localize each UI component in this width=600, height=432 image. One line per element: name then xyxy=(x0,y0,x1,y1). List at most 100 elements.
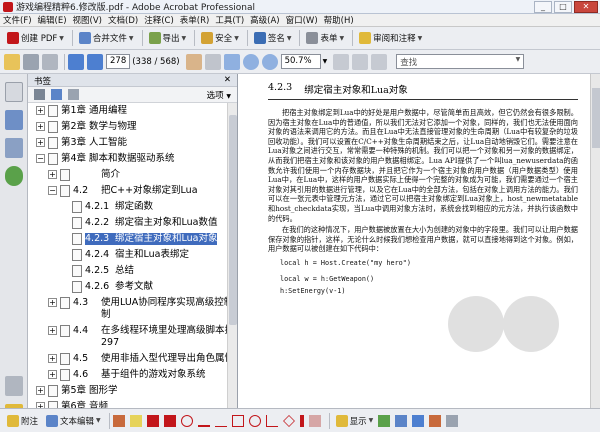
bookmark-item[interactable]: +4.3 使用LUA协同程序实现高级控制机制 xyxy=(28,295,228,323)
expand-icon[interactable]: + xyxy=(36,106,45,115)
zoom-out-icon[interactable] xyxy=(242,53,259,70)
bookmark-item[interactable]: + 第6章 音频 xyxy=(28,399,228,408)
menu-edit[interactable]: 编辑(E) xyxy=(35,14,70,26)
polygon-icon[interactable] xyxy=(282,414,295,427)
attachments-icon[interactable] xyxy=(4,376,23,396)
bookmark-item[interactable]: 4.2.6 参考文献 xyxy=(28,279,228,295)
scrollbar-thumb[interactable] xyxy=(592,88,600,148)
signatures-icon[interactable] xyxy=(4,138,23,158)
export-button[interactable]: 导出 ▼ xyxy=(146,29,190,47)
settings-icon[interactable] xyxy=(446,414,459,427)
bookmarks-icon[interactable] xyxy=(4,110,23,130)
text-box-icon[interactable] xyxy=(163,414,176,427)
line-icon[interactable] xyxy=(214,415,227,427)
expand-icon[interactable]: + xyxy=(48,354,57,363)
menu-forms[interactable]: 表单(R) xyxy=(177,14,213,26)
bookmark-item[interactable]: 4.2.5 总结 xyxy=(28,263,228,279)
menu-comments[interactable]: 注释(C) xyxy=(141,14,177,26)
bookmark-item[interactable]: + 第2章 数学与物理 xyxy=(28,119,228,135)
ellipse-icon[interactable] xyxy=(248,414,261,427)
open-icon[interactable] xyxy=(4,53,20,70)
menu-advanced[interactable]: 高级(A) xyxy=(247,14,282,26)
collapse-icon[interactable]: − xyxy=(48,186,57,195)
cloud-icon[interactable] xyxy=(180,414,193,427)
zoom-in-icon[interactable] xyxy=(261,53,278,70)
text-edit-button[interactable]: 文本编辑 ▼ xyxy=(43,412,104,430)
chevron-down-icon[interactable]: ▼ xyxy=(323,58,328,65)
expand-icon[interactable]: + xyxy=(48,326,57,335)
menu-file[interactable]: 文件(F) xyxy=(0,14,35,26)
scrollbar-thumb[interactable] xyxy=(229,115,237,325)
audio-icon[interactable] xyxy=(412,414,425,427)
bookmark-item[interactable]: 4.2.2 绑定宿主对象和Lua数值 xyxy=(28,215,228,231)
help-icon[interactable] xyxy=(4,166,23,186)
document-scrollbar[interactable] xyxy=(590,74,600,408)
collapse-icon[interactable]: − xyxy=(36,154,45,163)
expand-icon[interactable]: + xyxy=(36,122,45,131)
file-attach-icon[interactable] xyxy=(429,414,442,427)
menu-help[interactable]: 帮助(H) xyxy=(321,14,357,26)
bookmark-item[interactable]: +4.4 在多线程环境里处理高级脚本执行 297 xyxy=(28,323,228,351)
polygon-line-icon[interactable] xyxy=(265,414,278,427)
bookmark-item[interactable]: +4.5 使用非插入型代理导出角色属性 xyxy=(28,351,228,367)
menu-window[interactable]: 窗口(W) xyxy=(283,14,321,26)
delete-bookmark-icon[interactable] xyxy=(34,89,45,100)
new-bookmark-icon[interactable] xyxy=(51,89,62,100)
sign-button[interactable]: 签名 ▼ xyxy=(251,29,295,47)
expand-icon[interactable]: + xyxy=(48,170,57,179)
bookmark-item[interactable]: − 第4章 脚本和数据驱动系统 xyxy=(28,151,228,167)
previous-page-icon[interactable] xyxy=(68,53,84,70)
bookmark-item[interactable]: − 4.2 把C++对象绑定到Lua xyxy=(28,183,228,199)
maximize-button[interactable]: □ xyxy=(554,0,572,13)
menu-tools[interactable]: 工具(T) xyxy=(212,14,247,26)
page-number-input[interactable]: 278 xyxy=(106,54,131,69)
close-panel-icon[interactable]: ✕ xyxy=(224,75,231,85)
bookmark-item[interactable]: + 第1章 通用编程 xyxy=(28,103,228,119)
fit-page-icon[interactable] xyxy=(333,53,350,70)
bookmarks-options-button[interactable]: 选项 ▼ xyxy=(207,89,231,101)
attach-icon[interactable] xyxy=(378,414,391,427)
email-icon[interactable] xyxy=(42,53,58,70)
secure-button[interactable]: 安全 ▼ xyxy=(198,29,242,47)
highlight-icon[interactable] xyxy=(129,414,142,427)
search-input[interactable]: 查找 ▼ xyxy=(396,54,525,69)
review-comment-button[interactable]: 审阅和注释 ▼ xyxy=(356,29,425,47)
rotate-icon[interactable] xyxy=(371,53,388,70)
pencil-icon[interactable] xyxy=(299,414,304,427)
zoom-tool-icon[interactable] xyxy=(223,53,240,70)
forms-button[interactable]: 表单 ▼ xyxy=(303,29,347,47)
minimize-button[interactable]: _ xyxy=(534,0,552,13)
bookmark-item[interactable]: + 第3章 人工智能 xyxy=(28,135,228,151)
pages-icon[interactable] xyxy=(4,82,23,102)
document-view[interactable]: 4.2.3 绑定宿主对象和Lua对象 把宿主对象绑定到Lua中的好处是用户数据中… xyxy=(238,74,590,408)
hand-tool-icon[interactable] xyxy=(185,53,202,70)
zoom-level-select[interactable]: 50.7% xyxy=(280,54,321,69)
rectangle-icon[interactable] xyxy=(231,414,244,427)
expand-icon[interactable]: + xyxy=(48,298,57,307)
print-icon[interactable] xyxy=(23,53,39,70)
arrow-icon[interactable] xyxy=(197,415,210,427)
bookmark-item[interactable]: 4.2.1 绑定函数 xyxy=(28,199,228,215)
bookmark-item[interactable]: + 简介 xyxy=(28,167,228,183)
summarize-icon[interactable] xyxy=(395,414,408,427)
next-page-icon[interactable] xyxy=(87,53,103,70)
expand-icon[interactable]: + xyxy=(36,386,45,395)
bookmark-item[interactable]: 4.2.3 绑定宿主对象和Lua对象 xyxy=(28,231,228,247)
bookmark-item[interactable]: 4.2.4 宿主和Lua表绑定 xyxy=(28,247,228,263)
bookmark-item[interactable]: + 第5章 图形学 xyxy=(28,383,228,399)
sticky-note-button[interactable]: 附注 xyxy=(4,412,41,430)
fit-width-icon[interactable] xyxy=(352,53,369,70)
menu-view[interactable]: 视图(V) xyxy=(70,14,105,26)
expand-icon[interactable]: + xyxy=(48,370,57,379)
expand-icon[interactable]: + xyxy=(36,138,45,147)
stamp-icon[interactable] xyxy=(112,414,125,427)
select-tool-icon[interactable] xyxy=(204,53,221,70)
close-button[interactable]: ✕ xyxy=(574,0,598,13)
bookmark-item[interactable]: +4.6 基于组件的游戏对象系统 xyxy=(28,367,228,383)
expand-bookmark-icon[interactable] xyxy=(68,89,79,100)
combine-files-button[interactable]: 合并文件 ▼ xyxy=(76,29,137,47)
create-pdf-button[interactable]: 创建 PDF ▼ xyxy=(4,29,67,47)
bookmarks-scrollbar[interactable] xyxy=(227,103,237,408)
eraser-icon[interactable] xyxy=(308,414,321,427)
show-comments-button[interactable]: 显示 ▼ xyxy=(333,412,377,430)
